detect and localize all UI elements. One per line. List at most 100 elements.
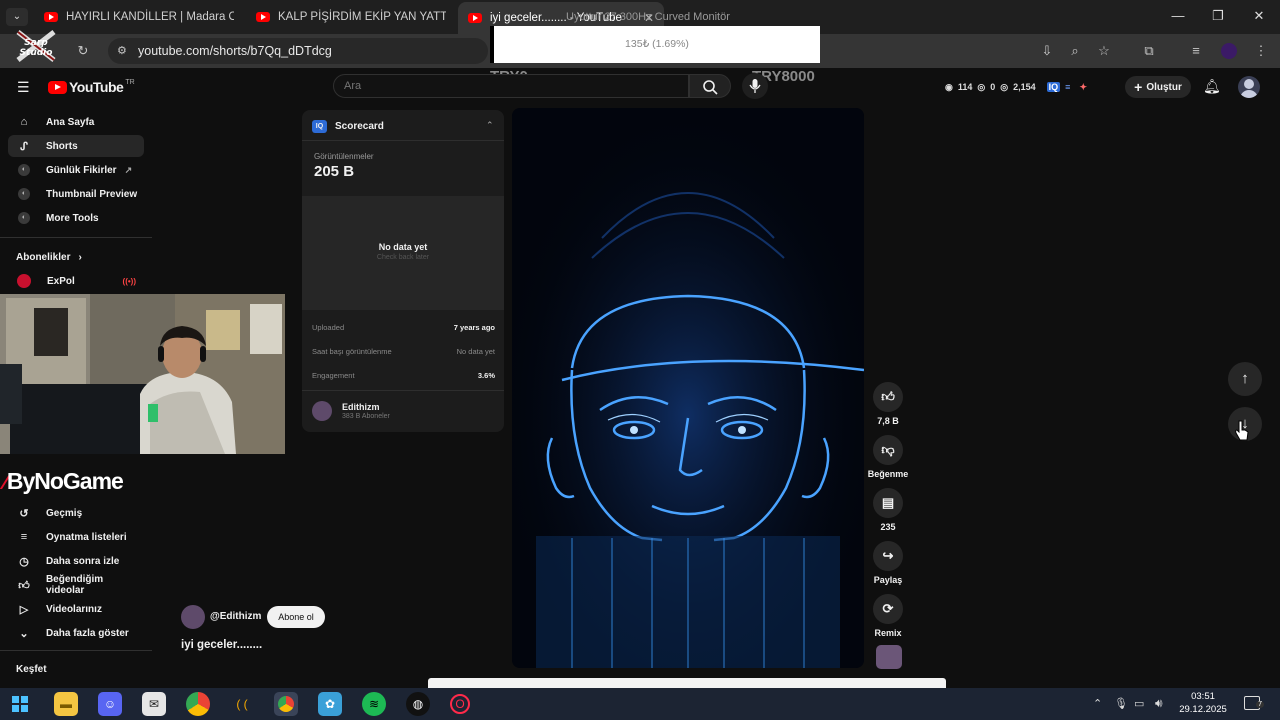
sponsor-text: ByNoGame bbox=[6, 468, 124, 494]
subscribe-button[interactable]: Abone ol bbox=[267, 606, 325, 628]
shorts-video-player[interactable] bbox=[512, 108, 864, 668]
youtube-logo[interactable]: YouTube TR bbox=[48, 79, 135, 95]
clock-icon: ◷ bbox=[19, 555, 29, 568]
short-channel-name[interactable]: @Edithizm bbox=[210, 611, 261, 622]
share-button[interactable]: ↪ Paylaş bbox=[866, 541, 910, 585]
file-explorer-icon[interactable]: ▬ bbox=[54, 692, 78, 716]
sidebar-item-playlists[interactable]: ≡ Oynatma listeleri bbox=[8, 526, 144, 548]
sidebar-item-your-videos[interactable]: ▷ Videolarınız bbox=[8, 598, 144, 620]
sidebar-item-show-more[interactable]: ⌄ Daha fazla göster bbox=[8, 622, 144, 644]
obs-icon[interactable]: ◍ bbox=[406, 692, 430, 716]
tab-title: HAYIRLI KANDİLLER | Madara O bbox=[66, 11, 234, 23]
network-icon[interactable]: ▭ bbox=[1134, 697, 1144, 710]
tab-2[interactable]: KALP PİŞİRDİM EKİP YAN YATTI ✕ bbox=[256, 6, 446, 28]
iq-icon[interactable]: IQ bbox=[1046, 82, 1061, 92]
sidebar-label: Günlük Fikirler bbox=[46, 164, 117, 176]
sidebar-item-liked-videos[interactable]: 👍︎ Beğendiğim videolar bbox=[8, 574, 144, 596]
chevron-right-icon: › bbox=[78, 251, 82, 263]
search-button[interactable] bbox=[689, 74, 731, 98]
site-info-icon[interactable]: ⚙ bbox=[117, 44, 127, 57]
sidebar-label: Daha fazla göster bbox=[46, 627, 129, 639]
maximize-button[interactable]: ❐ bbox=[1208, 8, 1228, 24]
taskbar-clock[interactable]: 03:51 29.12.2025 bbox=[1175, 690, 1231, 716]
tab-1[interactable]: HAYIRLI KANDİLLER | Madara O ✕ bbox=[44, 6, 234, 28]
close-window-button[interactable]: ✕ bbox=[1249, 8, 1269, 24]
shorts-icon: ᔑ bbox=[20, 140, 28, 153]
notification-count: 7 bbox=[1256, 701, 1264, 708]
country-code: TR bbox=[125, 78, 135, 86]
guide-menu-icon[interactable]: ☰ bbox=[17, 79, 30, 96]
extensions-icon[interactable]: ⧉ bbox=[1140, 42, 1158, 60]
start-button[interactable] bbox=[12, 696, 28, 712]
short-title: iyi geceler........ bbox=[181, 639, 263, 651]
search-input[interactable] bbox=[333, 74, 689, 98]
thumbs-up-icon: 👍︎ bbox=[873, 382, 903, 412]
sidebar-item-home[interactable]: ⌂ Ana Sayfa bbox=[8, 111, 144, 133]
comments-button[interactable]: ▤ 235 bbox=[866, 488, 910, 532]
subscriptions-header[interactable]: Abonelikler › bbox=[8, 246, 144, 268]
no-data-subtext: Check back later bbox=[376, 254, 430, 261]
notifications-icon[interactable]: 🔔︎ bbox=[1203, 78, 1221, 95]
minimize-button[interactable]: — bbox=[1168, 8, 1188, 23]
sidebar-sub-expol[interactable]: ExPol ((•)) bbox=[8, 270, 144, 292]
microphone-tray-icon[interactable]: 🎙︎ bbox=[1114, 697, 1128, 710]
browser-menu-icon[interactable]: ⋮ bbox=[1252, 42, 1270, 60]
ext-icon: ◐ bbox=[18, 164, 30, 176]
share-label: Paylaş bbox=[873, 575, 903, 585]
scorecard-title: Scorecard bbox=[335, 121, 384, 132]
row-label: Saat başı görüntülenme bbox=[312, 347, 392, 356]
svg-text:Sarp: Sarp bbox=[24, 38, 48, 48]
create-button[interactable]: + Oluştur bbox=[1125, 76, 1191, 98]
sidebar-item-thumbnail-preview[interactable]: ◐ Thumbnail Preview bbox=[8, 183, 144, 205]
spotify-icon[interactable]: ≋ bbox=[362, 692, 386, 716]
dislike-button[interactable]: 👎︎ Beğenme bbox=[866, 435, 910, 479]
row-value: 3.6% bbox=[477, 371, 495, 380]
search-icon bbox=[703, 80, 718, 95]
like-button[interactable]: 👍︎ 7,8 B bbox=[866, 382, 910, 426]
app-icon[interactable]: ( ( bbox=[230, 692, 254, 716]
chrome-active-icon[interactable] bbox=[274, 692, 298, 716]
youtube-play-icon bbox=[48, 80, 67, 94]
youtube-favicon-icon bbox=[256, 12, 270, 22]
short-channel-avatar[interactable] bbox=[181, 605, 205, 629]
app-icon[interactable]: ✿ bbox=[318, 692, 342, 716]
discord-icon[interactable]: ☺ bbox=[98, 692, 122, 716]
collapse-chevron-icon[interactable]: ⌃ bbox=[486, 120, 494, 131]
sidebar-label: Oynatma listeleri bbox=[46, 531, 127, 543]
list-icon[interactable]: ≡ bbox=[1065, 82, 1070, 92]
eye-icon: ◎ bbox=[1000, 81, 1009, 92]
volume-icon[interactable]: 🔊︎ bbox=[1155, 696, 1163, 711]
profile-avatar[interactable] bbox=[1221, 43, 1237, 59]
zoom-icon[interactable]: ⌕ bbox=[1066, 42, 1084, 60]
address-bar[interactable]: ⚙ youtube.com/shorts/b7Qq_dDTdcg bbox=[108, 38, 488, 64]
clock-date: 29.12.2025 bbox=[1179, 704, 1227, 715]
sound-thumbnail[interactable] bbox=[876, 645, 902, 669]
opera-icon[interactable]: O bbox=[450, 694, 470, 714]
previous-short-button[interactable]: ↑ bbox=[1228, 362, 1262, 396]
tray-chevron-icon[interactable]: ⌃ bbox=[1093, 697, 1102, 710]
channel-avatar[interactable] bbox=[312, 401, 332, 421]
bookmark-star-icon[interactable]: ☆ bbox=[1095, 42, 1113, 60]
stat-zero: 0 bbox=[990, 82, 996, 92]
account-avatar[interactable] bbox=[1238, 76, 1260, 98]
app-icon[interactable]: ✉ bbox=[142, 692, 166, 716]
chart-placeholder: No data yet Check back later bbox=[302, 196, 504, 310]
tab-search-button[interactable]: ⌄ bbox=[6, 8, 28, 26]
sidebar-label: Shorts bbox=[46, 140, 78, 152]
sidebar-item-watch-later[interactable]: ◷ Daha sonra izle bbox=[8, 550, 144, 572]
extension-icon[interactable]: ✦ bbox=[1079, 82, 1087, 93]
sidebar-item-gunluk-fikirler[interactable]: ◐ Günlük Fikirler ↗ bbox=[8, 159, 144, 181]
sidebar-label: Daha sonra izle bbox=[46, 555, 120, 567]
media-control-icon[interactable]: ≡ bbox=[1187, 42, 1205, 60]
sidebar-item-more-tools[interactable]: ◐ More Tools bbox=[8, 207, 144, 229]
sidebar-item-history[interactable]: ↺ Geçmiş bbox=[8, 502, 144, 524]
install-app-icon[interactable]: ⇩ bbox=[1038, 42, 1056, 60]
youtube-favicon-icon bbox=[44, 12, 58, 22]
chrome-icon[interactable] bbox=[186, 692, 210, 716]
voice-search-button[interactable] bbox=[742, 73, 768, 99]
reload-icon[interactable]: ↻ bbox=[74, 42, 92, 60]
sidebar-item-shorts[interactable]: ᔑ Shorts bbox=[8, 135, 144, 157]
remix-button[interactable]: ⟳ Remix bbox=[866, 594, 910, 638]
notification-center-icon[interactable]: 7 bbox=[1244, 696, 1264, 710]
channel-name[interactable]: Edithizm bbox=[342, 402, 380, 412]
